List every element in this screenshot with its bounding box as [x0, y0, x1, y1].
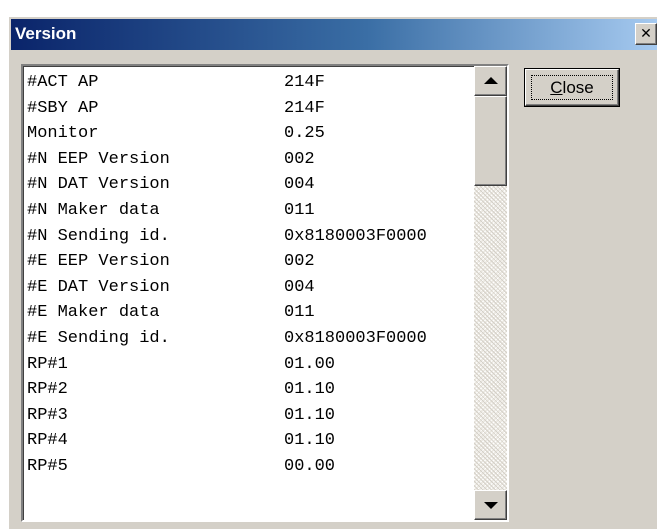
item-value: 002	[284, 252, 315, 272]
item-value: 01.10	[284, 405, 336, 425]
close-icon: ✕	[640, 26, 652, 42]
item-value: 011	[284, 200, 315, 220]
scroll-thumb[interactable]	[474, 96, 507, 186]
item-value: 0x8180003F0000	[284, 226, 427, 246]
item-value: 011	[284, 303, 315, 323]
list-item[interactable]: #N Sending id. 0x8180003F0000	[27, 226, 487, 252]
vertical-scrollbar[interactable]	[474, 66, 507, 520]
list-item[interactable]: #N DAT Version 004	[27, 174, 487, 200]
list-item[interactable]: #E EEP Version 002	[27, 251, 487, 277]
close-button-label: Close	[550, 78, 594, 97]
item-key: RP#5	[27, 456, 68, 476]
version-list[interactable]: #ACT AP 214F #SBY AP 214F Monitor 0.25 #N E…	[21, 64, 509, 522]
item-value: 214F	[284, 98, 325, 118]
arrow-up-icon	[484, 77, 498, 84]
item-key: #ACT AP	[27, 73, 99, 92]
item-value: 01.10	[284, 431, 336, 451]
item-key: #E Maker data	[27, 303, 160, 323]
version-dialog: Version ✕ #ACT AP 214F #SBY AP 214F Monito…	[8, 16, 657, 529]
item-key: #E EEP Version	[27, 252, 170, 272]
item-key: RP#2	[27, 380, 68, 400]
list-item[interactable]: #N Maker data 011	[27, 200, 487, 226]
item-value: 0x8180003F0000	[284, 328, 427, 348]
item-value: 01.00	[284, 354, 336, 374]
list-item[interactable]: #E DAT Version 004	[27, 277, 487, 303]
list-item[interactable]: #SBY AP 214F	[27, 98, 487, 124]
item-key: #SBY AP	[27, 98, 99, 118]
item-value: 004	[284, 175, 315, 195]
item-key: #N DAT Version	[27, 175, 170, 195]
window-title: Version	[15, 24, 77, 43]
item-key: #N Maker data	[27, 200, 160, 220]
item-key: RP#3	[27, 405, 68, 425]
list-item[interactable]: RP#5 00.00	[27, 456, 487, 482]
item-key: RP#4	[27, 431, 68, 451]
item-value: 004	[284, 277, 315, 297]
item-key: #E DAT Version	[27, 277, 170, 297]
list-item[interactable]: RP#1 01.00	[27, 354, 487, 380]
list-item[interactable]: #E Sending id. 0x8180003F0000	[27, 328, 487, 354]
arrow-down-icon	[484, 502, 498, 509]
close-button-face: Close	[525, 69, 619, 106]
list-item[interactable]: #N EEP Version 002	[27, 149, 487, 175]
close-button[interactable]: Close	[524, 68, 620, 107]
list-item[interactable]: Monitor 0.25	[27, 123, 487, 149]
item-value: 002	[284, 149, 315, 169]
item-key: #E Sending id.	[27, 328, 170, 348]
item-value: 0.25	[284, 124, 325, 144]
item-key: #N Sending id.	[27, 226, 170, 246]
item-key: Monitor	[27, 124, 99, 144]
list-item[interactable]: #ACT AP 214F	[27, 72, 487, 98]
list-item[interactable]: RP#3 01.10	[27, 405, 487, 431]
item-key: RP#1	[27, 354, 68, 374]
scroll-up-button[interactable]	[474, 66, 507, 96]
window-close-button[interactable]: ✕	[635, 23, 657, 45]
list-item[interactable]: RP#4 01.10	[27, 430, 487, 456]
item-value: 00.00	[284, 456, 336, 476]
version-rows: #ACT AP 214F #SBY AP 214F Monitor 0.25 #N E…	[27, 72, 487, 482]
item-key: #N EEP Version	[27, 149, 170, 169]
item-value: 01.10	[284, 380, 336, 400]
title-bar[interactable]: Version ✕	[11, 19, 657, 50]
list-item[interactable]: RP#2 01.10	[27, 379, 487, 405]
list-item[interactable]: #E Maker data 011	[27, 302, 487, 328]
item-value: 214F	[284, 73, 325, 92]
scroll-down-button[interactable]	[474, 490, 507, 520]
